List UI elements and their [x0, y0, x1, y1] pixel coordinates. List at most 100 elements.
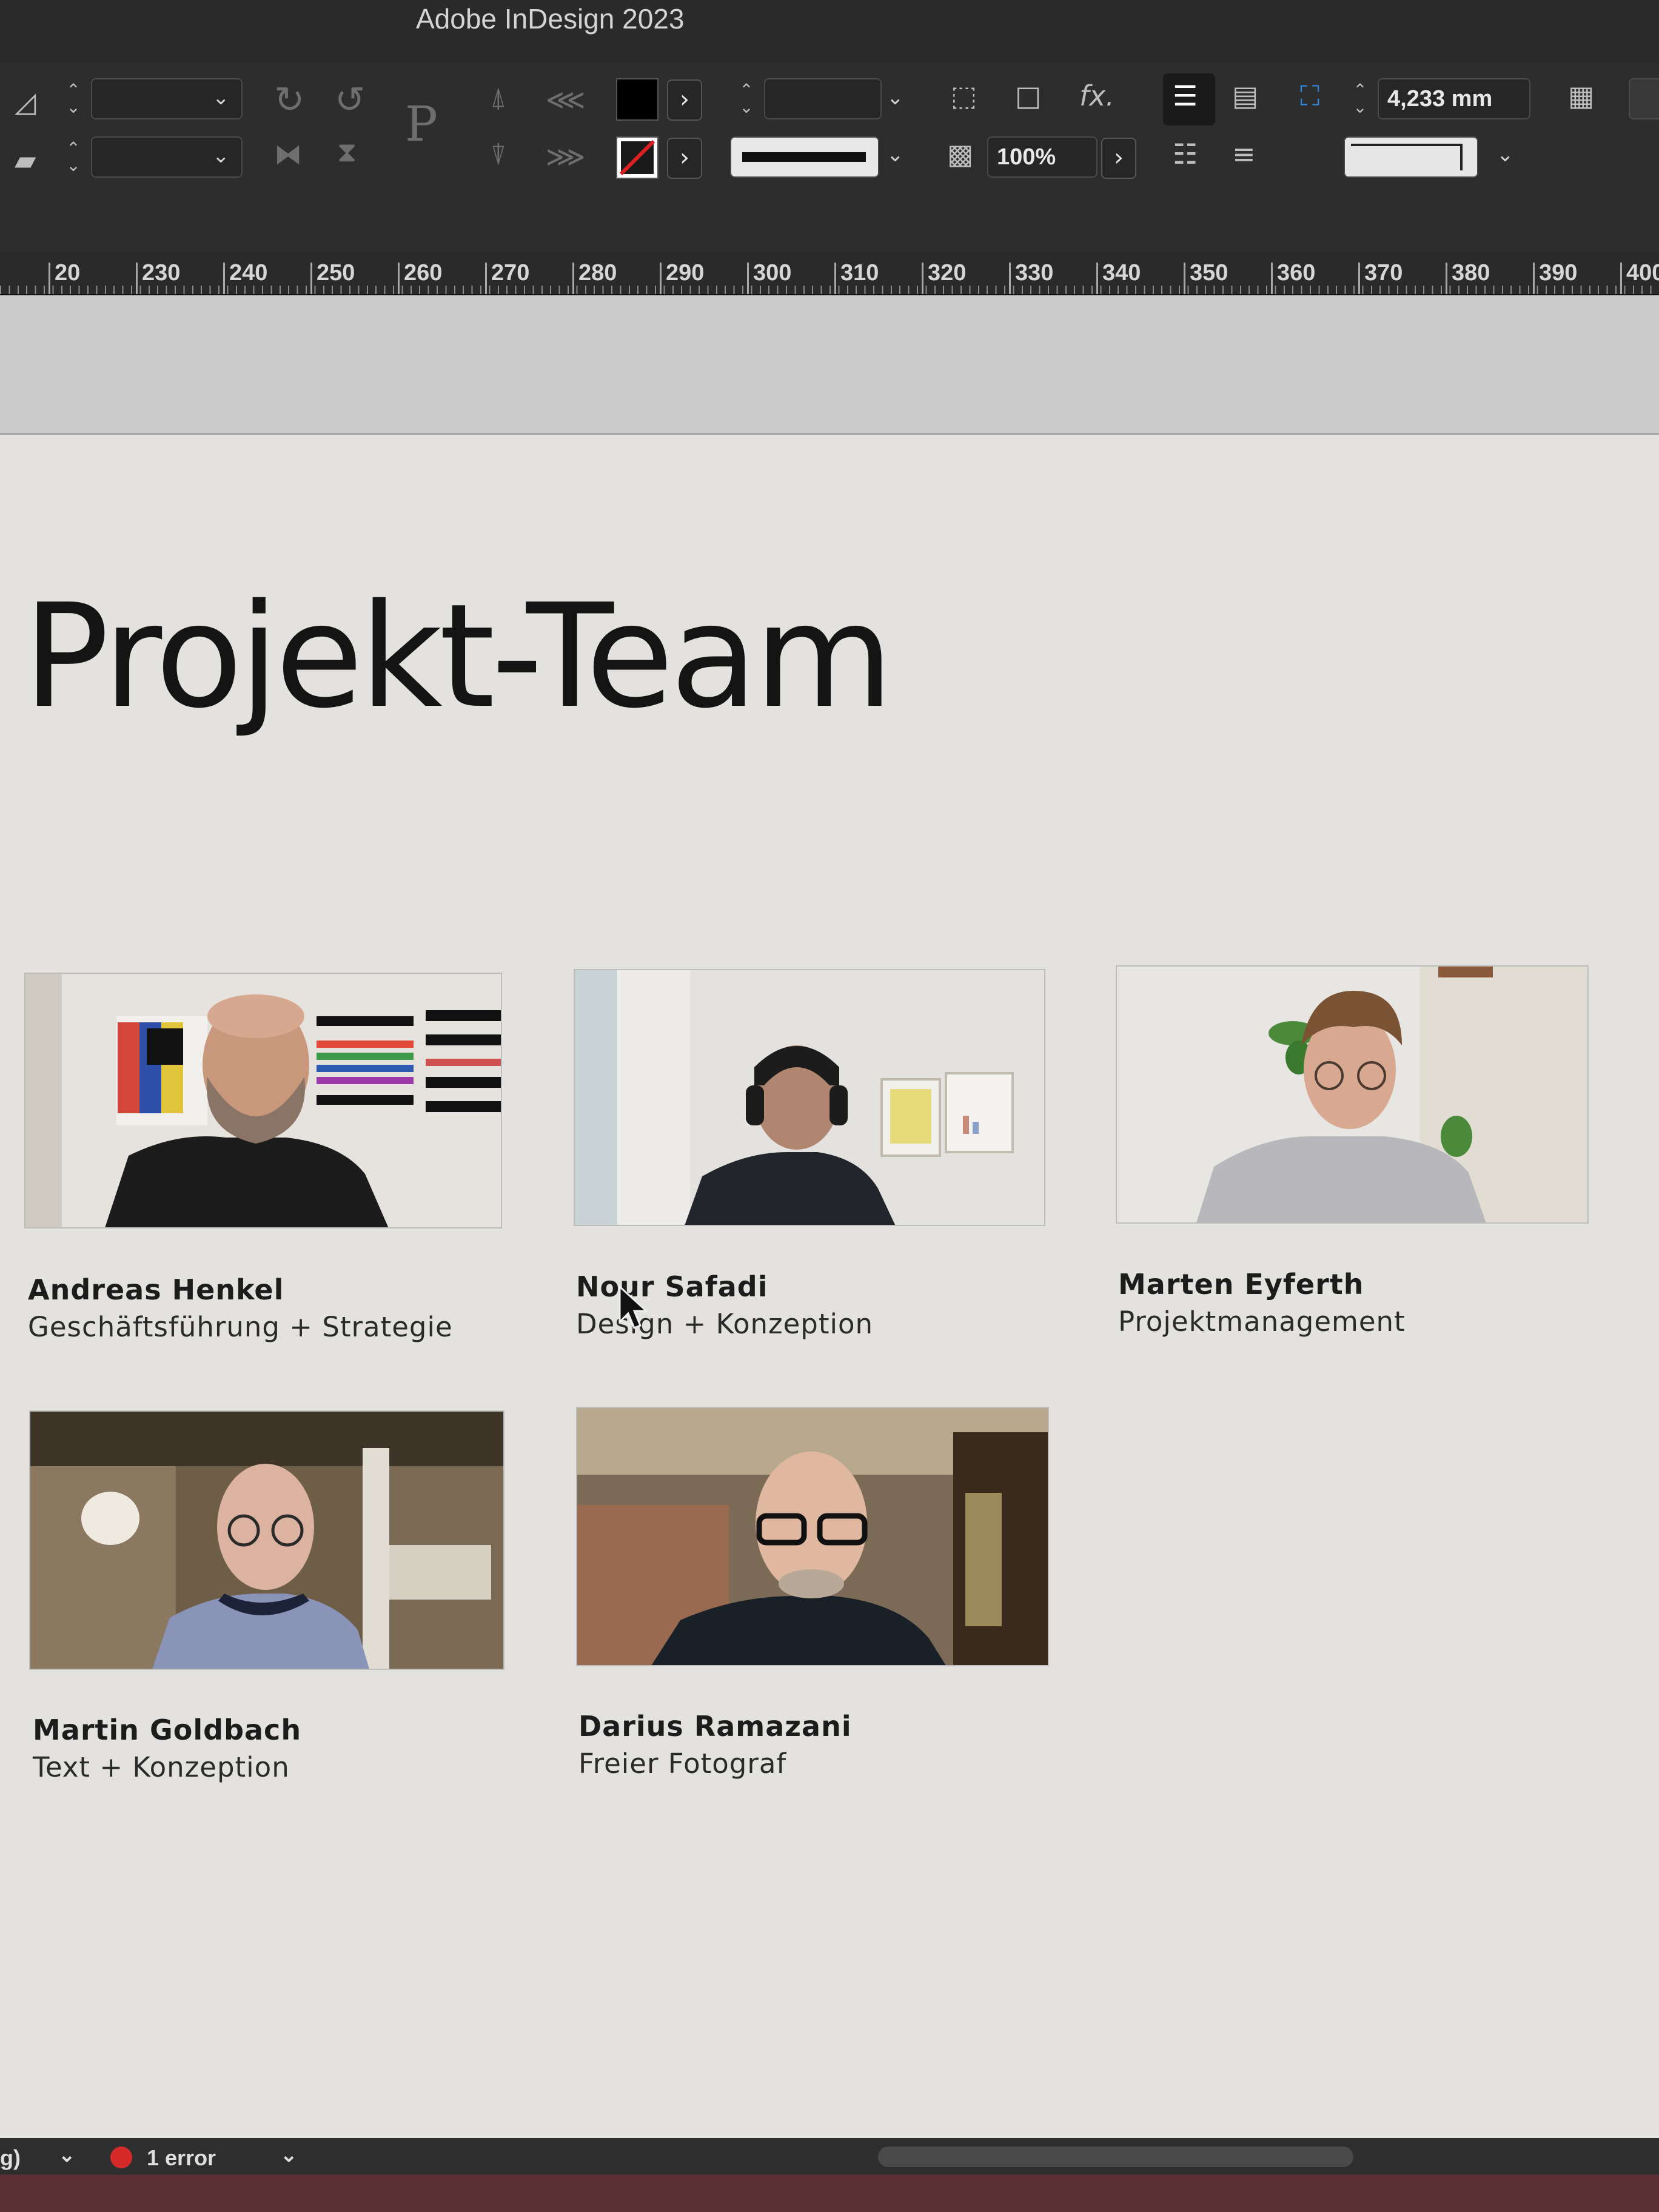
shear-icon[interactable]: ◿	[15, 88, 36, 116]
align-icon[interactable]: ≡	[1232, 140, 1256, 168]
preflight-error-text[interactable]: 1 error	[147, 2145, 216, 2171]
ruler-major-tick	[1184, 263, 1185, 294]
distribute-icon[interactable]: ⛶	[1300, 82, 1319, 110]
ruler-label: 320	[928, 260, 967, 286]
error-indicator-icon	[110, 2147, 132, 2168]
photo-nour-safadi[interactable]	[574, 969, 1045, 1226]
chevron-down-icon[interactable]: ⌄	[58, 2143, 76, 2167]
stroke-swatch[interactable]	[616, 136, 659, 179]
ruler-major-tick	[1446, 263, 1447, 294]
shear-field-icon: ▰	[15, 144, 36, 176]
ruler-label: 390	[1539, 260, 1578, 286]
chevron-down-icon[interactable]: ⌄	[212, 85, 230, 110]
portrait-image	[25, 974, 501, 1227]
opacity-icon: ▩	[947, 138, 974, 170]
ruler-major-tick	[747, 263, 749, 294]
stroke-type-select[interactable]	[730, 136, 879, 178]
ruler-major-tick	[485, 263, 487, 294]
text-wrap-icon[interactable]: ☰	[1173, 82, 1198, 110]
photo-darius-ramazani[interactable]	[576, 1407, 1049, 1666]
rotate-ccw-icon[interactable]: ↺	[335, 82, 365, 118]
photo-andreas-henkel[interactable]	[24, 973, 502, 1228]
portrait-image	[577, 1408, 1048, 1665]
spacing-stepper[interactable]: ⌃ ⌄	[1344, 78, 1376, 119]
pasteboard	[0, 295, 1659, 435]
ruler-label: 330	[1015, 260, 1054, 286]
page-number-field[interactable]: g)	[0, 2145, 21, 2171]
select-container-icon[interactable]: ⍋	[490, 83, 507, 111]
ruler-major-tick	[1009, 263, 1011, 294]
member-name[interactable]: Martin Goldbach	[33, 1714, 301, 1746]
ruler-label: 290	[666, 260, 705, 286]
ruler-major-tick	[922, 263, 923, 294]
rotate-cw-icon[interactable]: ↻	[274, 82, 304, 118]
title-bar: Adobe InDesign 2023	[0, 0, 1659, 64]
text-wrap-shape-icon[interactable]: ☷	[1173, 140, 1198, 168]
page-title[interactable]: Projekt-Team	[23, 585, 894, 728]
ruler-major-tick	[1096, 263, 1098, 294]
opacity-field[interactable]: 100%	[987, 136, 1098, 178]
spacing-field[interactable]: 4,233 mm	[1378, 78, 1530, 119]
chevron-down-icon[interactable]: ⌄	[1496, 142, 1514, 167]
flip-vertical-icon[interactable]: ⧗	[337, 138, 357, 166]
member-role[interactable]: Projektmanagement	[1118, 1305, 1406, 1338]
ruler-major-tick	[660, 263, 662, 294]
horizontal-scrollbar-thumb[interactable]	[878, 2147, 1353, 2167]
fill-menu-button[interactable]: ›	[667, 79, 702, 121]
photo-martin-goldbach[interactable]	[29, 1410, 504, 1670]
member-role[interactable]: Geschäftsführung + Strategie	[28, 1311, 453, 1343]
chevron-down-icon[interactable]: ⌄	[886, 142, 904, 167]
ruler-label: 240	[229, 260, 268, 286]
ruler-major-tick	[572, 263, 574, 294]
portrait-image	[1117, 967, 1587, 1222]
ruler-label: 340	[1102, 260, 1141, 286]
stroke-weight-stepper[interactable]: ⌃ ⌄	[730, 78, 763, 119]
stepper-arrows[interactable]: ⌃ ⌄	[57, 78, 90, 119]
photo-marten-eyferth[interactable]	[1116, 965, 1589, 1224]
portrait-image	[575, 970, 1044, 1225]
member-name[interactable]: Andreas Henkel	[28, 1273, 284, 1306]
fill-swatch[interactable]	[616, 78, 659, 121]
member-name[interactable]: Marten Eyferth	[1118, 1268, 1364, 1301]
member-role[interactable]: Text + Konzeption	[33, 1751, 290, 1783]
ruler-major-tick	[223, 263, 225, 294]
ruler-label: 300	[753, 260, 792, 286]
fx-icon[interactable]: fx.	[1079, 82, 1114, 110]
frame-fitting-field[interactable]	[1344, 136, 1478, 178]
ruler-label: 250	[317, 260, 355, 286]
chevron-down-icon[interactable]: ⌄	[886, 85, 904, 110]
grid-icon[interactable]: ▦	[1568, 82, 1594, 110]
chevron-down-icon[interactable]: ⌄	[212, 144, 230, 168]
ruler-major-tick	[1533, 263, 1535, 294]
member-role[interactable]: Freier Fotograf	[578, 1748, 786, 1780]
no-stroke-icon	[619, 139, 655, 176]
ruler-label: 400	[1626, 260, 1659, 286]
drop-shadow-icon[interactable]: □	[1015, 82, 1041, 110]
opacity-menu-button[interactable]: ›	[1101, 138, 1136, 179]
ruler-major-tick	[1620, 263, 1622, 294]
member-name[interactable]: Darius Ramazani	[578, 1710, 852, 1743]
ruler-minor-ticks	[0, 286, 1659, 294]
corner-options-icon[interactable]: ⬚	[951, 82, 977, 110]
ruler-label: 280	[578, 260, 617, 286]
ruler-label: 350	[1190, 260, 1228, 286]
stroke-menu-button[interactable]: ›	[667, 138, 702, 179]
flip-horizontal-icon[interactable]: ⧓	[274, 140, 302, 168]
select-next-icon[interactable]: ⋙	[546, 142, 585, 170]
ruler-major-tick	[1358, 263, 1360, 294]
member-name[interactable]: Nour Safadi	[576, 1270, 768, 1303]
control-panel: ◿ ⌃ ⌄ ⌄ ▰ ⌃ ⌄ ⌄ ↻ ↺ ⧓ ⧗ P ⍋ ⋘ ⍒ ⋙ › › ⌃ ⌄ ⌄…	[0, 64, 1659, 252]
chevron-down-icon[interactable]: ⌄	[280, 2143, 298, 2167]
overflow-field[interactable]	[1629, 78, 1659, 119]
ruler-label: 20	[55, 260, 81, 286]
text-wrap-bbox-icon[interactable]: ▤	[1232, 82, 1258, 110]
frame-fitting-preview	[1351, 144, 1463, 170]
stepper-arrows-2[interactable]: ⌃ ⌄	[57, 136, 90, 178]
stroke-weight-field[interactable]	[764, 78, 882, 119]
app-title: Adobe InDesign 2023	[416, 3, 685, 35]
paragraph-icon[interactable]: P	[405, 100, 438, 149]
ruler-major-tick	[398, 263, 400, 294]
select-content-icon[interactable]: ⍒	[490, 141, 507, 169]
select-previous-icon[interactable]: ⋘	[546, 85, 585, 113]
portrait-image	[30, 1412, 503, 1669]
